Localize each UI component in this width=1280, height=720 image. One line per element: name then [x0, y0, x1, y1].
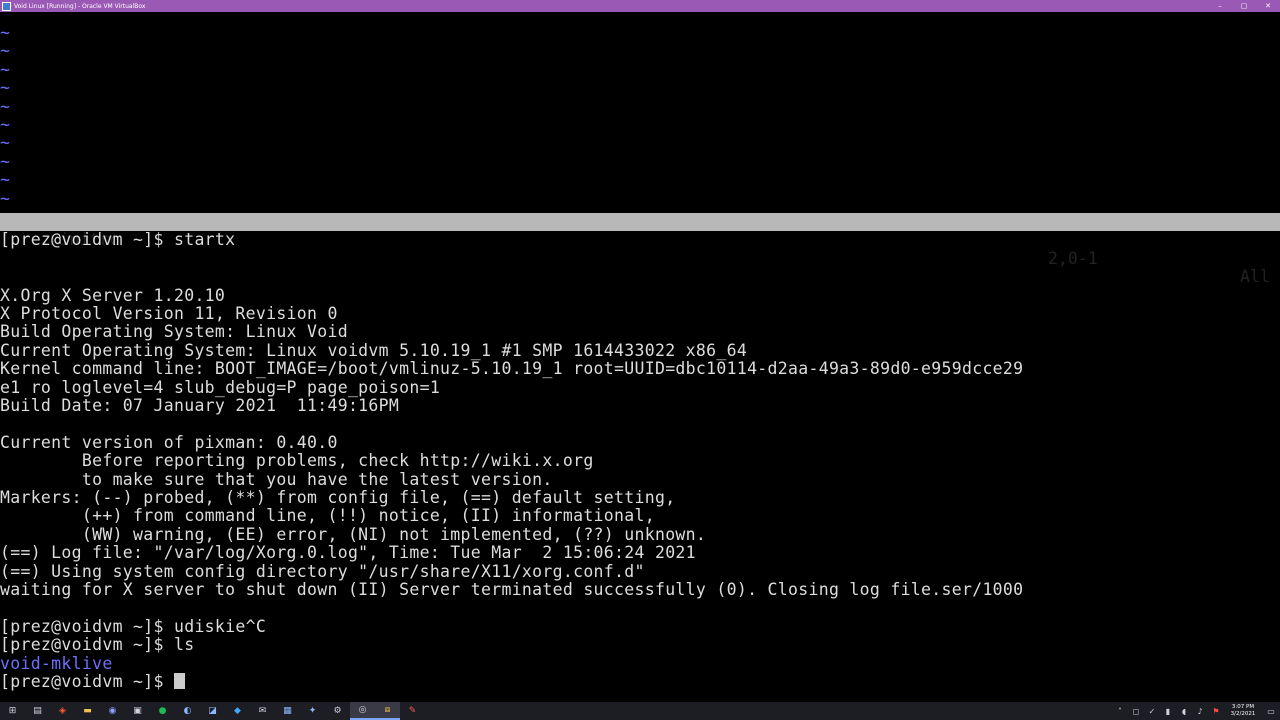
system-tray: ˄ ◻ ✓ ▮ ◖ ♪ ⚑ 3:07 PM 3/2/2021 ▭ — [1112, 702, 1280, 720]
network-icon[interactable]: ✦ — [300, 702, 325, 720]
clock-date: 3/2/2021 — [1230, 711, 1256, 717]
ls-output-directory: void-mklive — [0, 653, 113, 673]
xorg-output-line: Build Date: 07 January 2021 11:49:16PM — [0, 396, 400, 415]
recording-icon[interactable]: ⚑ — [1208, 702, 1224, 720]
shell-line: [prez@voidvm ~]$ ls — [0, 635, 195, 655]
notes-icon[interactable]: ◪ — [200, 702, 225, 720]
task-view-icon[interactable]: ▤ — [25, 702, 50, 720]
xorg-output-line: (++) from command line, (!!) notice, (II… — [0, 506, 655, 526]
xorg-output-line: (==) Using system config directory "/usr… — [0, 561, 645, 581]
vim-scroll-indicator: All — [1240, 267, 1270, 287]
vim-status-line: .xinitrc 2,0-1 All — [0, 213, 1280, 286]
xorg-output-line: (WW) warning, (EE) error, (NI) not imple… — [0, 524, 707, 544]
xorg-output-line: Current Operating System: Linux voidvm 5… — [0, 340, 748, 360]
vim-cursor-position: 2,0-1 — [1048, 248, 1098, 268]
xorg-output-line: Before reporting problems, check http://… — [0, 451, 594, 471]
brave-browser-icon[interactable]: ◈ — [50, 702, 75, 720]
xorg-output-line: Current version of pixman: 0.40.0 — [0, 432, 338, 452]
xorg-output-line: waiting for X server to shut down (II) S… — [0, 580, 1024, 599]
tray-check-icon[interactable]: ✓ — [1144, 702, 1160, 720]
paint-icon[interactable]: ✎ — [400, 702, 425, 720]
calculator-icon[interactable]: ▦ — [275, 702, 300, 720]
battery-icon[interactable]: ▮ — [1160, 702, 1176, 720]
window-title-bar[interactable]: Void Linux [Running] - Oracle VM Virtual… — [0, 0, 1280, 12]
minimize-button[interactable]: – — [1208, 0, 1232, 12]
xorg-output-line: Markers: (--) probed, (**) from config f… — [0, 488, 676, 507]
shell-prompt: [prez@voidvm ~]$ — [0, 672, 174, 691]
mail-icon[interactable]: ✉ — [250, 702, 275, 720]
vim-tilde-line: ~ — [0, 41, 11, 61]
taskbar-clock[interactable]: 3:07 PM 3/2/2021 — [1224, 704, 1262, 718]
app-window-icon[interactable]: ▣ — [125, 702, 150, 720]
settings-icon[interactable]: ⚙ — [325, 702, 350, 720]
steam-icon[interactable]: ◐ — [175, 702, 200, 720]
vim-tilde-line: ~ — [0, 23, 11, 42]
xorg-output-line: Build Operating System: Linux Void — [0, 322, 348, 342]
vm-console-screen[interactable]: ~ ~ ~ ~ ~ ~ ~ ~ ~ ~ .xinitrc 2,0-1 All [… — [0, 12, 1280, 702]
xorg-output-line: (==) Log file: "/var/log/Xorg.0.log", Ti… — [0, 543, 696, 563]
virtualbox-icon[interactable]: ⧈ — [375, 702, 400, 720]
xorg-output-line: e1 ro loglevel=4 slub_debug=P page_poiso… — [0, 377, 441, 397]
shell-line: [prez@voidvm ~]$ startx — [0, 230, 236, 250]
network-tray-icon[interactable]: ◖ — [1176, 702, 1192, 720]
vim-tilde-line: ~ — [0, 133, 11, 153]
notifications-icon[interactable]: ▭ — [1262, 702, 1280, 720]
file-explorer-icon[interactable]: ▬ — [75, 702, 100, 720]
xorg-output-line: X.Org X Server 1.20.10 — [0, 285, 226, 305]
spotify-icon[interactable]: ● — [150, 702, 175, 720]
close-button[interactable]: ✕ — [1256, 0, 1280, 12]
vim-tilde-line: ~ — [0, 151, 11, 171]
windows-start-icon[interactable]: ⊞ — [0, 702, 25, 720]
maximize-button[interactable]: ▢ — [1232, 0, 1256, 12]
shell-line: [prez@voidvm ~]$ udiskie^C — [0, 616, 267, 636]
tray-app-icon[interactable]: ◻ — [1128, 702, 1144, 720]
volume-icon[interactable]: ♪ — [1192, 702, 1208, 720]
vim-tilde-line: ~ — [0, 78, 11, 98]
text-cursor — [173, 673, 185, 689]
vim-tilde-line: ~ — [0, 96, 11, 116]
virtualbox-app-icon — [2, 1, 11, 11]
xorg-output-line: Kernel command line: BOOT_IMAGE=/boot/vm… — [0, 359, 1024, 379]
xorg-output-line: X Protocol Version 11, Revision 0 — [0, 304, 338, 323]
xorg-output-line: to make sure that you have the latest ve… — [0, 469, 553, 489]
visual-studio-code-icon[interactable]: ◆ — [225, 702, 250, 720]
show-hidden-icons-icon[interactable]: ˄ — [1112, 702, 1128, 720]
shell-prompt-line[interactable]: [prez@voidvm ~]$ — [0, 672, 185, 691]
windows-taskbar: ⊞ ▤ ◈ ▬ ◉ ▣ ● ◐ ◪ ◆ ✉ ▦ ✦ ⚙ ◎ ⧈ ✎ ˄ ◻ ✓ … — [0, 702, 1280, 720]
vim-tilde-line: ~ — [0, 188, 11, 208]
discord-icon[interactable]: ◉ — [100, 702, 125, 720]
window-title: Void Linux [Running] - Oracle VM Virtual… — [14, 2, 146, 10]
clock-time: 3:07 PM — [1231, 704, 1255, 710]
vim-tilde-line: ~ — [0, 115, 11, 134]
vim-tilde-line: ~ — [0, 59, 11, 79]
obs-icon[interactable]: ◎ — [350, 702, 375, 720]
vim-tilde-line: ~ — [0, 170, 11, 190]
